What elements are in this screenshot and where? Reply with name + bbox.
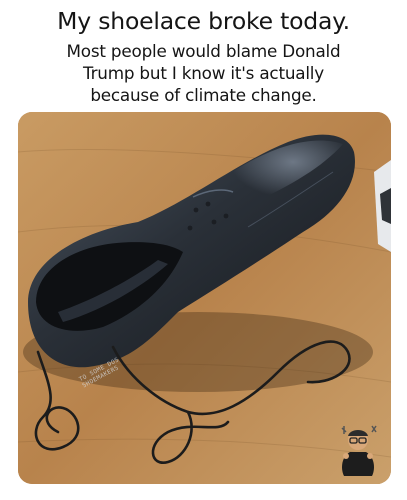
meme-caption: My shoelace broke today. Most people wou…: [0, 0, 407, 112]
caption-line-2: Trump but I know it's actually: [82, 63, 324, 83]
caption-subline: Most people would blame Donald Trump but…: [6, 40, 401, 106]
caption-line-1: Most people would blame Donald: [66, 41, 341, 61]
caption-headline: My shoelace broke today.: [57, 7, 350, 35]
caption-line-3: because of climate change.: [90, 85, 317, 105]
memoji-sticker-icon: [336, 422, 380, 478]
